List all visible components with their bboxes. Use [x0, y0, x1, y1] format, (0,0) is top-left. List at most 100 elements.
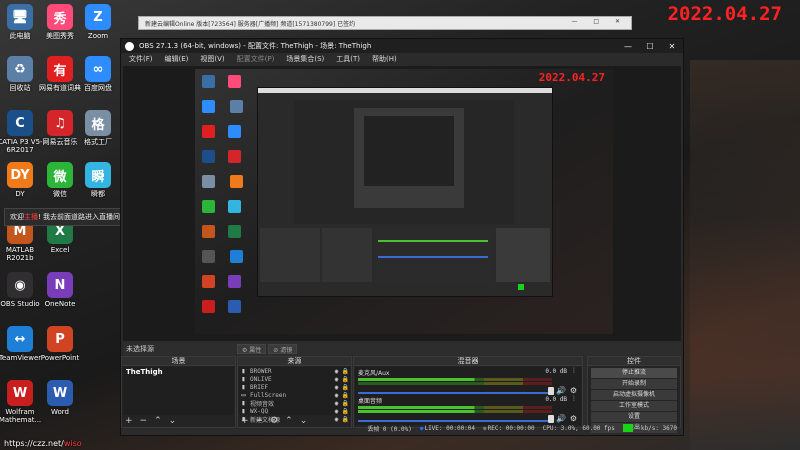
app-icon: W	[7, 380, 33, 406]
bitrate: kb/s: 3670	[640, 424, 677, 432]
gear-icon[interactable]: ⚙	[570, 386, 577, 395]
source-item[interactable]: ▮ ONLIVE ◉ 🔒	[239, 375, 350, 383]
gear-icon[interactable]: ⚙	[570, 414, 577, 423]
app-icon: ◉	[7, 272, 33, 298]
sources-header: 来源	[238, 357, 351, 366]
background-window[interactable]: 新建云编辑Online 版本[723564] 服务器[广播频] 频道[15713…	[138, 16, 632, 30]
desktop-icon[interactable]: Z Zoom	[70, 4, 126, 40]
channel-db: 0.0 dB	[545, 396, 567, 403]
source-name: FullScreen	[250, 391, 287, 399]
menu-scene-collection[interactable]: 场景集合(S)	[280, 54, 330, 64]
speaker-icon[interactable]: 🔊	[556, 414, 566, 423]
app-icon: ∞	[85, 56, 111, 82]
source-name: BROWER	[250, 367, 272, 375]
eye-icon[interactable]: ◉	[332, 400, 341, 407]
statusbar: 丢帧 0 (0.0%) ●LIVE: 00:00:04 ●REC: 00:00:…	[123, 423, 681, 433]
lock-icon[interactable]: 🔒	[341, 400, 350, 407]
welcome-tooltip: 欢迎主播! 我去前面道路进入直播间	[4, 208, 127, 226]
background-window-title: 新建云编辑Online 版本[723564] 服务器[广播频] 频道[15713…	[145, 21, 356, 28]
lock-icon[interactable]: 🔒	[341, 392, 350, 399]
maximize-button[interactable]: ☐	[639, 42, 661, 51]
controls-header: 控件	[588, 357, 680, 366]
source-item[interactable]: ▮ BROWER ◉ 🔒	[239, 367, 350, 375]
obs-window[interactable]: OBS 27.1.3 (64-bit, windows) - 配置文件: The…	[120, 38, 684, 436]
obs-titlebar[interactable]: OBS 27.1.3 (64-bit, windows) - 配置文件: The…	[121, 39, 683, 53]
scenes-header: 场景	[122, 357, 235, 366]
properties-button[interactable]: ⚙ 属性	[237, 344, 267, 354]
menu-file[interactable]: 文件(F)	[123, 54, 159, 64]
volume-fader[interactable]	[358, 387, 554, 395]
cpu-fps: CPU: 3.0%, 60.00 fps	[542, 424, 615, 432]
lock-icon[interactable]: 🔒	[341, 408, 350, 415]
app-icon: ♻	[7, 56, 33, 82]
tooltip-pre: 欢迎	[10, 213, 24, 221]
source-type-icon: ▮	[241, 383, 246, 391]
studio-mode-button[interactable]: 工作室模式	[591, 401, 677, 411]
channel-menu-icon[interactable]: ⋮	[571, 395, 577, 402]
sources-dock: 来源 ▮ BROWER ◉ 🔒 ▮ ONLIVE ◉ 🔒 ▮ BRIEF ◉ 🔒 ▭ FullScreen…	[237, 356, 352, 428]
lock-icon[interactable]: 🔒	[341, 368, 350, 375]
date-overlay: 2022.04.27	[667, 3, 782, 25]
desktop-icon-label: OneNote	[44, 300, 76, 308]
menu-profile[interactable]: 配置文件(P)	[231, 54, 281, 64]
settings-button[interactable]: 设置	[591, 412, 677, 422]
minimize-button[interactable]: —	[617, 42, 639, 51]
eye-icon[interactable]: ◉	[332, 368, 341, 375]
desktop-icon-label: PowerPoint	[40, 354, 80, 362]
app-icon: 格	[85, 110, 111, 136]
eye-icon[interactable]: ◉	[332, 408, 341, 415]
rec-time: ●REC: 00:00:00	[483, 425, 535, 432]
eye-icon[interactable]: ◉	[332, 384, 341, 391]
lock-icon[interactable]: 🔒	[341, 384, 350, 391]
source-type-icon: ▮	[241, 399, 246, 407]
scene-item[interactable]: TheThigh	[123, 367, 234, 377]
mixer-channel-mic: 麦克风/Aux 0.0 dB ⋮ 🔊 ⚙	[355, 367, 581, 395]
volume-fader[interactable]	[358, 415, 554, 423]
menu-view[interactable]: 视图(V)	[194, 54, 230, 64]
desktop-icon[interactable]: 格格式工厂	[70, 110, 126, 146]
scenes-list[interactable]: TheThigh	[123, 367, 234, 415]
start-virtual-camera-button[interactable]: 启动虚拟摄像机	[591, 390, 677, 400]
eye-icon[interactable]: ◉	[332, 392, 341, 399]
menu-tools[interactable]: 工具(T)	[330, 54, 366, 64]
source-item[interactable]: ▮ 视频音效 ◉ 🔒	[239, 399, 350, 408]
channel-menu-icon[interactable]: ⋮	[571, 367, 577, 374]
sources-list[interactable]: ▮ BROWER ◉ 🔒 ▮ ONLIVE ◉ 🔒 ▮ BRIEF ◉ 🔒 ▭ FullScreen ◉ 🔒 ▮…	[239, 367, 350, 424]
filters-button[interactable]: ⊘ 滤镜	[268, 344, 298, 354]
source-item[interactable]: ▮ BRIEF ◉ 🔒	[239, 383, 350, 391]
desktop-icon[interactable]: ∞ 百度网盘	[70, 56, 126, 92]
fader-knob[interactable]	[548, 387, 554, 395]
wallpaper-streak	[690, 60, 800, 450]
stream-health-icon	[622, 424, 633, 432]
mixer-channels: 麦克风/Aux 0.0 dB ⋮ 🔊 ⚙ 桌面音频 0.0 dB ⋮ 🔊 ⚙	[355, 367, 581, 425]
menu-edit[interactable]: 编辑(E)	[159, 54, 195, 64]
fader-knob[interactable]	[548, 415, 554, 423]
menu-help[interactable]: 帮助(H)	[366, 54, 403, 64]
app-icon: DY	[7, 162, 33, 188]
lock-icon[interactable]: 🔒	[341, 376, 350, 383]
no-source-label: 未选择源	[126, 345, 154, 353]
volume-meter	[358, 378, 552, 381]
app-icon: C	[7, 110, 33, 136]
volume-meter	[358, 406, 552, 409]
source-name: ONLIVE	[250, 375, 272, 383]
preview-canvas[interactable]: 2022.04.27	[195, 69, 613, 334]
close-button[interactable]: ✕	[661, 42, 683, 51]
source-type-icon: ▮	[241, 407, 246, 415]
source-type-icon: ▮	[241, 367, 246, 375]
stop-streaming-button[interactable]: 停止推流	[591, 368, 677, 378]
live-time: ●LIVE: 00:00:04	[420, 425, 475, 432]
desktop-icon[interactable]: W Word	[32, 380, 88, 416]
desktop-icon[interactable]: 瞬瞬都	[70, 162, 126, 198]
speaker-icon[interactable]: 🔊	[556, 386, 566, 395]
rec-dot-icon: ●	[483, 424, 487, 432]
app-icon: Z	[85, 4, 111, 30]
start-recording-button[interactable]: 开始录制	[591, 379, 677, 389]
watermark: https://czz.net/wiso	[4, 439, 82, 448]
desktop-icon[interactable]: P PowerPoint	[32, 326, 88, 362]
app-icon: W	[47, 380, 73, 406]
desktop-icon[interactable]: N OneNote	[32, 272, 88, 308]
background-window-controls[interactable]: — □ ✕	[571, 18, 627, 25]
eye-icon[interactable]: ◉	[332, 376, 341, 383]
preview-area[interactable]: 2022.04.27	[123, 66, 681, 341]
